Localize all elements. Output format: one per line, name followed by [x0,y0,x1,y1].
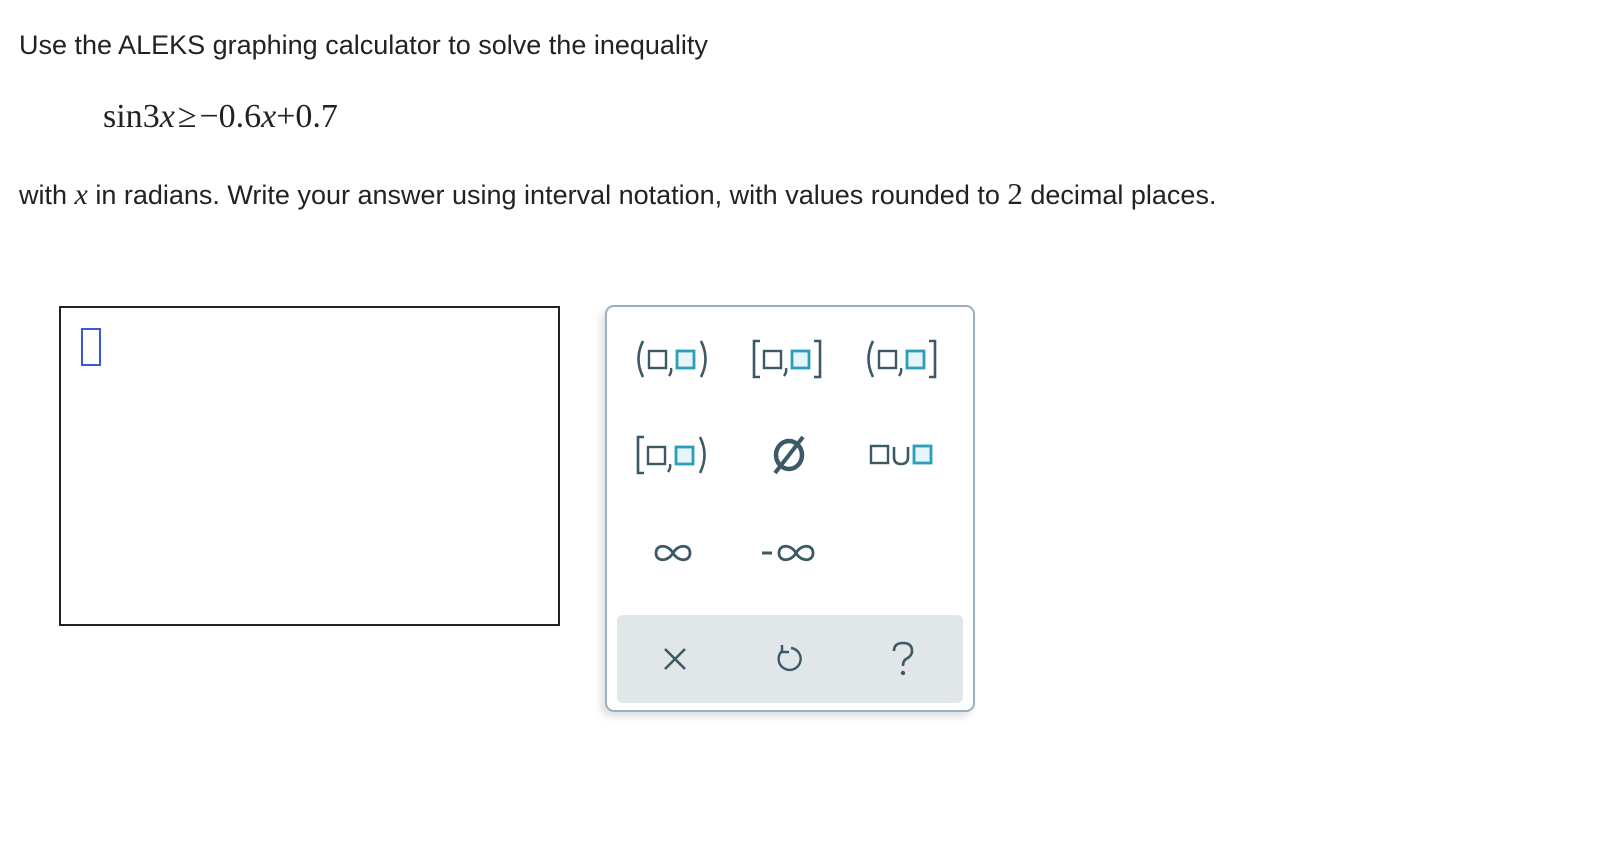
negative-infinity-icon [762,544,815,562]
instructions-before: with [19,180,75,210]
answer-placeholder-cursor[interactable] [81,328,101,366]
open-closed-interval-button[interactable] [851,329,955,389]
infinity-icon [654,544,692,562]
union-button[interactable] [851,425,955,485]
help-icon [892,641,914,676]
rhs-variable: x [261,98,277,135]
instructions-variable: x [74,178,88,211]
negative-infinity-button[interactable] [737,523,841,583]
open-open-interval-button[interactable] [621,329,725,389]
inequality-expression: sin3x≥−0.6x+0.7 [103,98,338,136]
empty-set-icon [773,435,805,475]
union-icon [869,444,933,466]
keypad-footer [617,615,963,703]
empty-set-button[interactable] [737,425,841,485]
closed-closed-interval-button[interactable] [737,329,841,389]
close-icon [664,648,686,670]
relation-symbol: ≥ [177,98,197,135]
infinity-button[interactable] [621,523,725,583]
question-instructions: with x in radians. Write your answer usi… [19,176,1216,212]
open-closed-interval-icon [867,339,937,379]
closed-closed-interval-icon [752,339,822,379]
undo-button[interactable] [737,629,841,689]
rhs-plus: + [276,98,296,135]
lhs-coefficient: 3 [142,98,160,135]
rhs-constant: 0.7 [295,98,338,135]
answer-input[interactable] [59,306,560,626]
open-open-interval-icon [637,340,707,378]
instructions-after: decimal places. [1022,180,1217,210]
rhs-coefficient: −0.6 [199,98,262,135]
instructions-middle: in radians. Write your answer using inte… [87,180,1008,210]
help-button[interactable] [851,629,955,689]
lhs-function: sin [103,98,143,135]
undo-icon [777,645,802,672]
closed-open-interval-icon [636,435,706,475]
interval-keypad [605,305,975,712]
instructions-decimals: 2 [1007,176,1023,211]
clear-button[interactable] [623,629,727,689]
lhs-variable: x [159,98,175,135]
question-prompt: Use the ALEKS graphing calculator to sol… [19,30,708,60]
closed-open-interval-button[interactable] [621,425,725,485]
